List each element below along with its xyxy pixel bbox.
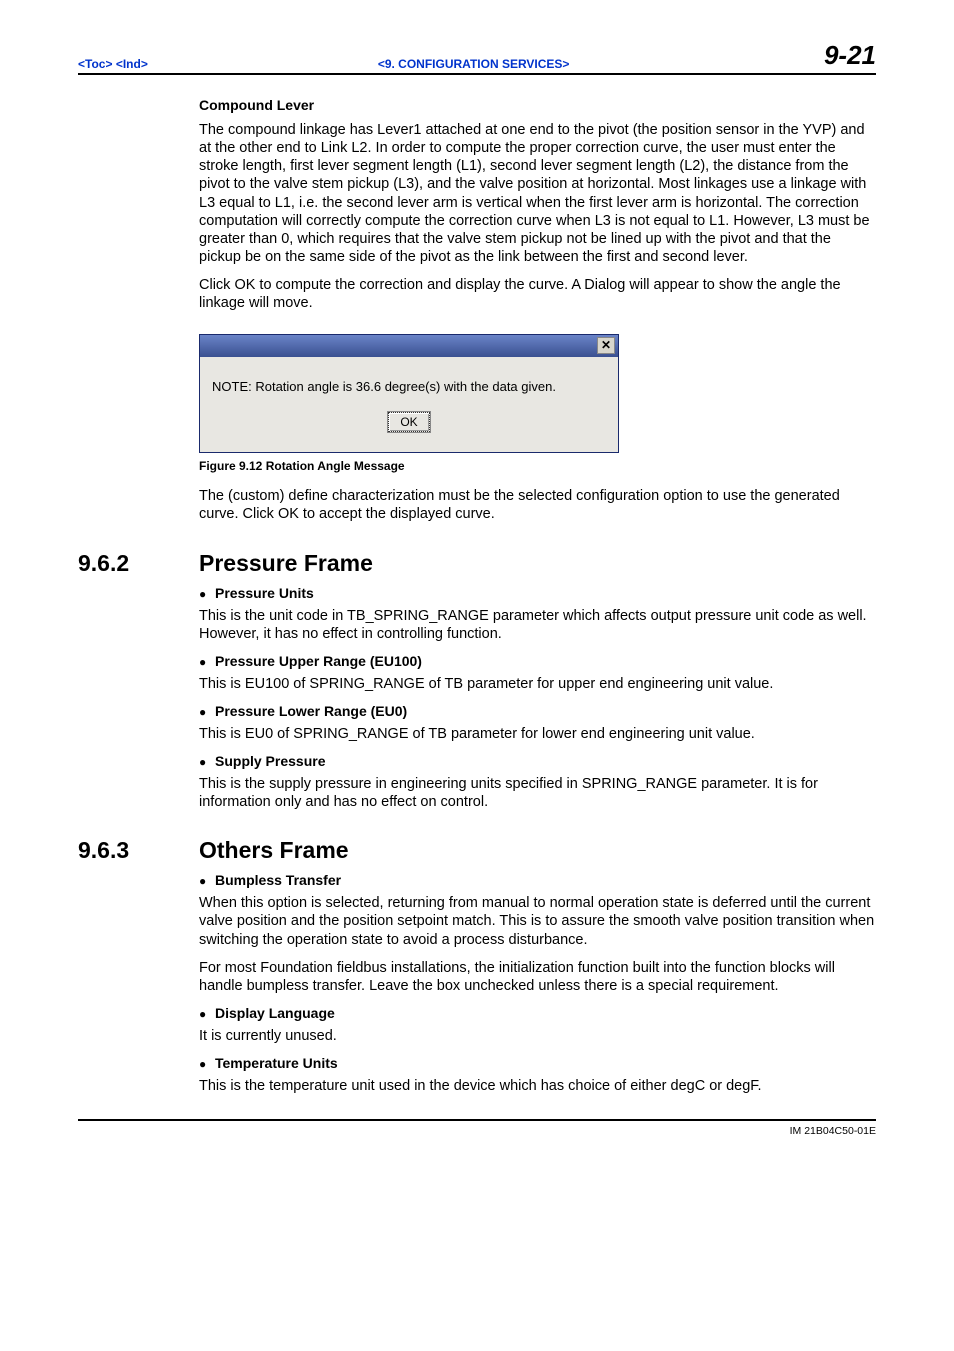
dialog-window: ✕ NOTE: Rotation angle is 36.6 degree(s)… (199, 334, 619, 453)
dialog-titlebar: ✕ (200, 335, 618, 357)
bumpless-transfer-label: Bumpless Transfer (215, 872, 341, 888)
header-section: <9. CONFIGURATION SERVICES> (378, 57, 570, 71)
pressure-units-heading: ●Pressure Units (199, 585, 876, 601)
rotation-angle-dialog-figure: ✕ NOTE: Rotation angle is 36.6 degree(s)… (199, 334, 876, 453)
toc-link[interactable]: <Toc> (78, 57, 112, 71)
section-number-962: 9.6.2 (78, 550, 199, 577)
section-title-others-frame: Others Frame (199, 837, 349, 864)
bumpless-transfer-p2: For most Foundation fieldbus installatio… (199, 959, 876, 995)
display-language-heading: ●Display Language (199, 1005, 876, 1021)
bumpless-transfer-p1: When this option is selected, returning … (199, 894, 876, 948)
temperature-units-heading: ●Temperature Units (199, 1055, 876, 1071)
pressure-units-text: This is the unit code in TB_SPRING_RANGE… (199, 607, 876, 643)
supply-pressure-label: Supply Pressure (215, 753, 326, 769)
pressure-upper-heading: ●Pressure Upper Range (EU100) (199, 653, 876, 669)
bumpless-transfer-heading: ●Bumpless Transfer (199, 872, 876, 888)
footer-document-id: IM 21B04C50-01E (78, 1125, 876, 1137)
figure-caption: Figure 9.12 Rotation Angle Message (199, 459, 876, 473)
display-language-label: Display Language (215, 1005, 335, 1021)
section-number-963: 9.6.3 (78, 837, 199, 864)
after-figure-text: The (custom) define characterization mus… (199, 487, 876, 523)
compound-lever-p1: The compound linkage has Lever1 attached… (199, 121, 876, 266)
pressure-upper-text: This is EU100 of SPRING_RANGE of TB para… (199, 675, 876, 693)
page-header: <Toc> <Ind> <9. CONFIGURATION SERVICES> … (78, 40, 876, 75)
compound-lever-heading: Compound Lever (199, 97, 876, 113)
pressure-lower-text: This is EU0 of SPRING_RANGE of TB parame… (199, 725, 876, 743)
compound-lever-p2: Click OK to compute the correction and d… (199, 276, 876, 312)
supply-pressure-heading: ●Supply Pressure (199, 753, 876, 769)
pressure-units-label: Pressure Units (215, 585, 314, 601)
dialog-note-text: NOTE: Rotation angle is 36.6 degree(s) w… (212, 379, 606, 394)
temperature-units-text: This is the temperature unit used in the… (199, 1077, 876, 1095)
ind-link[interactable]: <Ind> (116, 57, 148, 71)
temperature-units-label: Temperature Units (215, 1055, 338, 1071)
pressure-lower-label: Pressure Lower Range (EU0) (215, 703, 407, 719)
close-icon[interactable]: ✕ (597, 337, 615, 354)
ok-button[interactable]: OK (388, 412, 430, 432)
footer-rule (78, 1119, 876, 1121)
display-language-text: It is currently unused. (199, 1027, 876, 1045)
section-title-pressure-frame: Pressure Frame (199, 550, 373, 577)
supply-pressure-text: This is the supply pressure in engineeri… (199, 775, 876, 811)
pressure-lower-heading: ●Pressure Lower Range (EU0) (199, 703, 876, 719)
page-number: 9-21 (824, 40, 876, 71)
pressure-upper-label: Pressure Upper Range (EU100) (215, 653, 422, 669)
